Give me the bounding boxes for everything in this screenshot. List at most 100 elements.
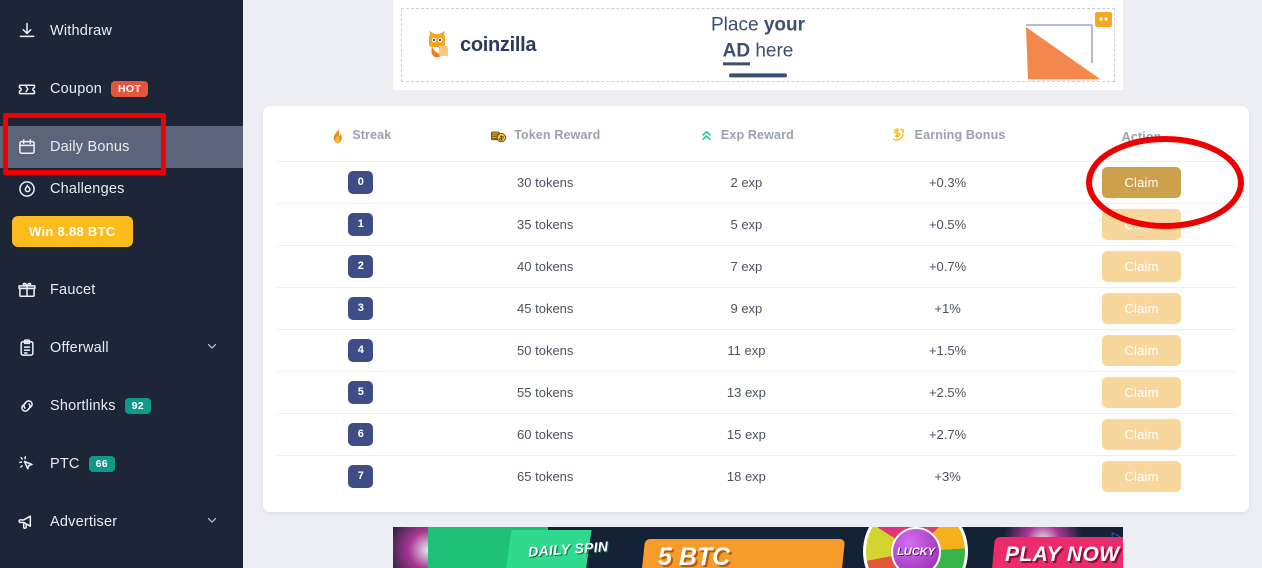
streak-cell: 1 [277, 203, 445, 246]
sidebar-item-label: Faucet [50, 282, 96, 298]
earning-bonus-cell: +3% [846, 455, 1049, 498]
column-header-label: Earning Bonus [914, 128, 1006, 142]
claim-button: Claim [1102, 251, 1181, 282]
megaphone-icon [16, 511, 38, 533]
streak-table: Streak Token Reward Exp Reward Earning Bonu… [277, 106, 1235, 498]
earning-bonus-cell: +1.5% [846, 329, 1049, 372]
table-row: 5 55 tokens 13 exp +2.5% Claim [277, 371, 1235, 414]
table-row: 6 60 tokens 15 exp +2.7% Claim [277, 413, 1235, 456]
table-row: 0 30 tokens 2 exp +0.3% Claim [277, 161, 1235, 204]
claim-button: Claim [1102, 377, 1181, 408]
earning-bonus-cell: +0.3% [846, 161, 1049, 204]
action-cell: Claim [1048, 203, 1235, 246]
ad-triangle-graphic [1026, 24, 1100, 81]
main-content: coinzilla Place your AD here Streak Toke… [243, 0, 1262, 568]
ad-line1-bold: your [763, 14, 805, 36]
streak-badge: 4 [348, 339, 374, 362]
app-root: Withdraw Coupon HOT Daily Bonus Challenges Wi… [0, 0, 1262, 568]
sidebar-item-offerwall[interactable]: Offerwall [0, 327, 243, 369]
column-header-label: Streak [352, 128, 392, 142]
token-reward-cell: 65 tokens [444, 455, 646, 498]
exp-reward-cell: 9 exp [645, 287, 847, 330]
sidebar-item-faucet[interactable]: Faucet [0, 269, 243, 311]
daily-bonus-card: Streak Token Reward Exp Reward Earning Bonu… [263, 106, 1249, 512]
claim-button: Claim [1102, 461, 1181, 493]
ad-accent-underline [729, 73, 787, 78]
sidebar-item-withdraw[interactable]: Withdraw [0, 10, 243, 52]
flame-circle-icon [16, 178, 38, 200]
streak-badge: 0 [348, 171, 374, 194]
streak-cell: 0 [277, 161, 445, 204]
sidebar-item-shortlinks[interactable]: Shortlinks 92 [0, 385, 243, 427]
exp-reward-cell: 15 exp [645, 413, 847, 456]
table-row: 4 50 tokens 11 exp +1.5% Claim [277, 329, 1235, 372]
action-cell: Claim [1048, 413, 1235, 456]
column-header-label: Action [1121, 129, 1162, 144]
claim-button: Claim [1102, 293, 1181, 324]
cursor-click-icon [16, 453, 38, 475]
sidebar-item-label: Advertiser [50, 514, 118, 530]
sidebar-item-label: Withdraw [50, 23, 113, 39]
claim-button: Claim [1102, 335, 1181, 366]
chevron-down-icon[interactable] [205, 513, 219, 531]
sidebar-item-challenges[interactable]: Challenges [0, 168, 243, 210]
column-header-label: Exp Reward [720, 128, 794, 142]
claim-button[interactable]: Claim [1102, 167, 1181, 198]
sidebar-item-ptc[interactable]: PTC 66 [0, 443, 243, 485]
ad-banner-top[interactable]: coinzilla Place your AD here [393, 0, 1123, 90]
win-btc-button[interactable]: Win 8.88 BTC [12, 216, 133, 247]
column-header-action: Action [1048, 106, 1235, 162]
streak-cell: 6 [277, 413, 445, 456]
ad-tag-icon [1095, 12, 1112, 27]
table-row: 7 65 tokens 18 exp +3% Claim [277, 455, 1235, 498]
table-row: 3 45 tokens 9 exp +1% Claim [277, 287, 1235, 330]
streak-badge: 7 [348, 465, 374, 489]
action-cell: Claim [1048, 161, 1235, 204]
sidebar-item-badge: 92 [124, 397, 151, 415]
ad-bottom-artwork: b DAILY SPIN 5 BTC LUCKY PLAY NOW ▷ [393, 527, 1123, 568]
sidebar-item-advertiser[interactable]: Advertiser [0, 501, 243, 543]
sidebar-item-daily-bonus[interactable]: Daily Bonus [0, 126, 243, 168]
sidebar-item-coupon[interactable]: Coupon HOT [0, 68, 243, 110]
ad-line2-bold: AD [722, 40, 751, 65]
ad-line1-plain: Place [711, 14, 764, 36]
exp-reward-cell: 5 exp [645, 203, 847, 246]
streak-cell: 2 [277, 245, 445, 288]
streak-badge: 6 [348, 423, 374, 446]
action-cell: Claim [1048, 455, 1235, 498]
streak-badge: 1 [348, 213, 374, 236]
token-reward-cell: 45 tokens [444, 287, 646, 330]
sidebar-item-label: Challenges [50, 181, 125, 197]
streak-table-head: Streak Token Reward Exp Reward Earning Bonu… [277, 106, 1235, 162]
token-reward-cell: 50 tokens [444, 329, 646, 372]
streak-cell: 7 [277, 455, 445, 498]
token-reward-cell: 30 tokens [444, 161, 646, 204]
sidebar-item-label: Coupon [50, 81, 102, 97]
gift-icon [16, 279, 38, 301]
lucky-label: LUCKY [897, 546, 935, 558]
earning-bonus-cell: +0.5% [846, 203, 1049, 246]
earning-bonus-cell: +0.7% [846, 245, 1049, 288]
ad-banner-bottom[interactable]: b DAILY SPIN 5 BTC LUCKY PLAY NOW ▷ [393, 527, 1123, 568]
streak-cell: 5 [277, 371, 445, 414]
claim-button: Claim [1102, 419, 1181, 450]
table-row: 2 40 tokens 7 exp +0.7% Claim [277, 245, 1235, 288]
clipboard-icon [16, 337, 38, 359]
calendar-icon [16, 136, 38, 158]
exp-reward-cell: 18 exp [645, 455, 847, 498]
chevron-down-icon[interactable] [205, 339, 219, 357]
action-cell: Claim [1048, 245, 1235, 288]
sidebar-item-label: Daily Bonus [50, 139, 130, 155]
download-icon [16, 20, 38, 42]
column-header-streak: Streak [277, 106, 445, 162]
ad-choices-icon[interactable]: ▷ [1112, 529, 1121, 543]
sidebar-item-badge: HOT [111, 80, 149, 98]
exp-reward-cell: 7 exp [645, 245, 847, 288]
streak-cell: 4 [277, 329, 445, 372]
action-cell: Claim [1048, 371, 1235, 414]
